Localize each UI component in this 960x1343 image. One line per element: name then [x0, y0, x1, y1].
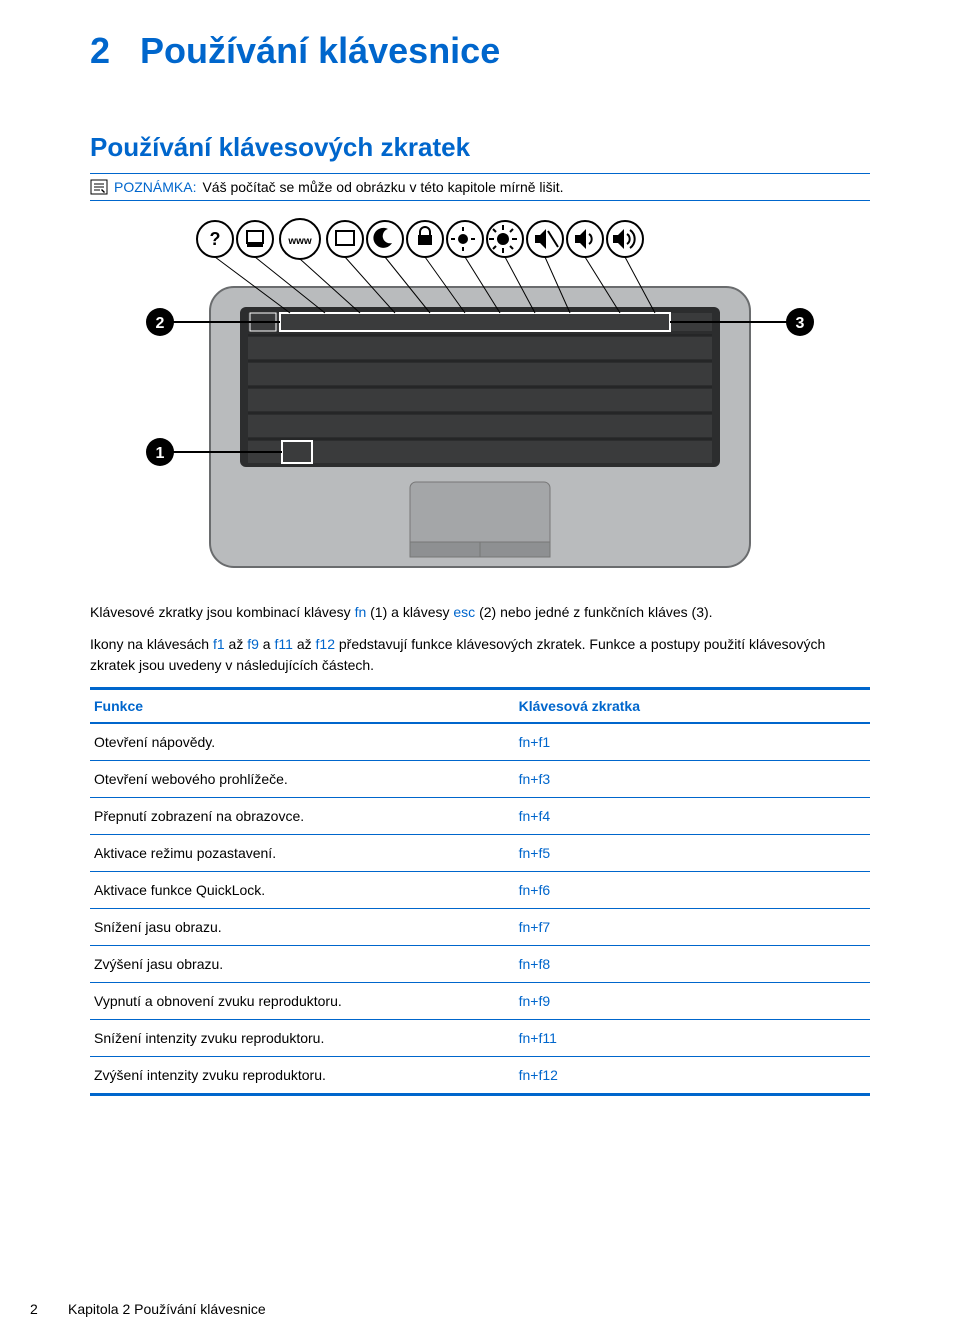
cell-shortcut: fn+f8	[519, 956, 866, 972]
chapter-number: 2	[90, 30, 110, 71]
callout-3-label: 3	[796, 315, 805, 332]
cell-shortcut: fn+f6	[519, 882, 866, 898]
table-row: Přepnutí zobrazení na obrazovce.fn+f4	[90, 798, 870, 835]
hotkey-table: Funkce Klávesová zkratka Otevření nápově…	[90, 687, 870, 1096]
note-icon	[90, 179, 108, 195]
cell-function: Snížení intenzity zvuku reproduktoru.	[94, 1030, 519, 1046]
cell-shortcut: fn+f4	[519, 808, 866, 824]
cell-function: Vypnutí a obnovení zvuku reproduktoru.	[94, 993, 519, 1009]
page-number: 2	[30, 1301, 50, 1317]
cell-shortcut: fn+f1	[519, 734, 866, 750]
svg-text:www: www	[287, 236, 312, 247]
cell-function: Snížení jasu obrazu.	[94, 919, 519, 935]
page-footer: 2 Kapitola 2 Používání klávesnice	[30, 1301, 266, 1317]
cell-function: Zvýšení intenzity zvuku reproduktoru.	[94, 1067, 519, 1083]
cell-function: Otevření nápovědy.	[94, 734, 519, 750]
table-row: Aktivace režimu pozastavení.fn+f5	[90, 835, 870, 872]
callout-2-label: 2	[156, 315, 165, 332]
cell-shortcut: fn+f12	[519, 1067, 866, 1083]
cell-function: Aktivace funkce QuickLock.	[94, 882, 519, 898]
header-shortcut: Klávesová zkratka	[519, 698, 866, 714]
table-row: Zvýšení intenzity zvuku reproduktoru.fn+…	[90, 1057, 870, 1093]
table-row: Otevření nápovědy.fn+f1	[90, 724, 870, 761]
section-title: Používání klávesových zkratek	[90, 132, 870, 163]
table-row: Snížení intenzity zvuku reproduktoru.fn+…	[90, 1020, 870, 1057]
cell-shortcut: fn+f5	[519, 845, 866, 861]
cell-shortcut: fn+f3	[519, 771, 866, 787]
table-row: Zvýšení jasu obrazu.fn+f8	[90, 946, 870, 983]
table-row: Snížení jasu obrazu.fn+f7	[90, 909, 870, 946]
cell-function: Aktivace režimu pozastavení.	[94, 845, 519, 861]
cell-shortcut: fn+f11	[519, 1030, 866, 1046]
cell-shortcut: fn+f7	[519, 919, 866, 935]
note-text: Váš počítač se může od obrázku v této ka…	[202, 179, 563, 195]
hotkey-icon-row: ? www	[197, 219, 643, 259]
table-header: Funkce Klávesová zkratka	[90, 690, 870, 724]
cell-function: Otevření webového prohlížeče.	[94, 771, 519, 787]
table-row: Vypnutí a obnovení zvuku reproduktoru.fn…	[90, 983, 870, 1020]
paragraph-2: Ikony na klávesách f1 až f9 a f11 až f12…	[90, 634, 870, 675]
cell-shortcut: fn+f9	[519, 993, 866, 1009]
note-label: POZNÁMKA:	[114, 179, 196, 195]
paragraph-1: Klávesové zkratky jsou kombinací klávesy…	[90, 602, 870, 622]
callout-1-label: 1	[156, 445, 165, 462]
header-function: Funkce	[94, 698, 519, 714]
cell-function: Přepnutí zobrazení na obrazovce.	[94, 808, 519, 824]
footer-text: Kapitola 2 Používání klávesnice	[68, 1301, 266, 1317]
chapter-title-text: Používání klávesnice	[140, 30, 500, 71]
note-box: POZNÁMKA: Váš počítač se může od obrázku…	[90, 173, 870, 201]
chapter-title: 2 Používání klávesnice	[90, 30, 870, 72]
svg-text:?: ?	[210, 229, 221, 249]
table-row: Aktivace funkce QuickLock.fn+f6	[90, 872, 870, 909]
keyboard-diagram: ? www	[90, 217, 870, 582]
cell-function: Zvýšení jasu obrazu.	[94, 956, 519, 972]
table-row: Otevření webového prohlížeče.fn+f3	[90, 761, 870, 798]
